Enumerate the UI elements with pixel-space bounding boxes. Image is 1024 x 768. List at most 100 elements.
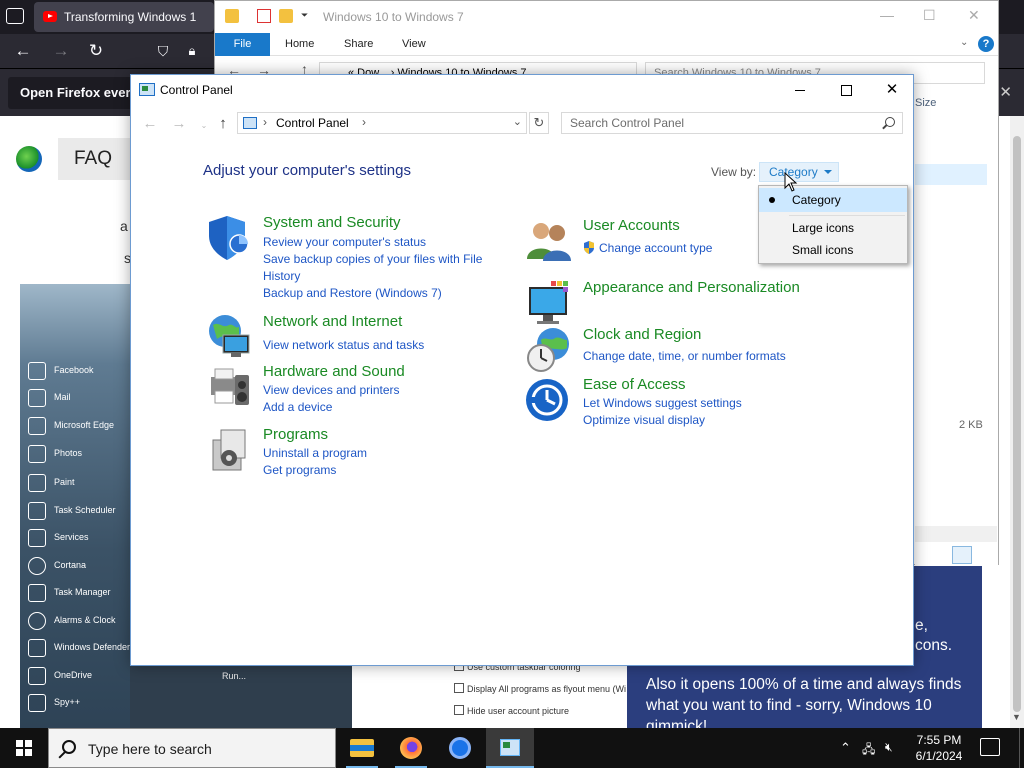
category-title[interactable]: Programs xyxy=(263,426,328,443)
start-menu-item: Microsoft Edge xyxy=(28,414,138,438)
category-title[interactable]: Hardware and Sound xyxy=(263,363,405,380)
customize-qat-icon[interactable]: ⏷ xyxy=(301,10,308,21)
maximize-button[interactable] xyxy=(823,75,869,105)
taskbar-app-firefox[interactable] xyxy=(387,728,435,768)
category-link[interactable]: Get programs xyxy=(263,462,503,479)
mail-icon xyxy=(28,388,46,407)
search-icon[interactable] xyxy=(885,117,895,127)
taskbar-app-control-panel[interactable] xyxy=(486,728,534,768)
display-personalize-icon[interactable] xyxy=(525,279,573,327)
chevron-down-icon[interactable]: ⌄ xyxy=(513,115,522,128)
selected-row[interactable] xyxy=(915,164,987,185)
category-link[interactable]: Change date, time, or number formats xyxy=(583,348,823,365)
minimize-button[interactable] xyxy=(777,75,823,105)
taskbar-app-file-explorer[interactable] xyxy=(338,728,386,768)
taskbar-app-chrome[interactable] xyxy=(436,728,484,768)
address-breadcrumb[interactable]: Control Panel xyxy=(276,116,349,130)
category-title[interactable]: Ease of Access xyxy=(583,376,686,393)
back-arrow-icon[interactable]: ← xyxy=(12,40,34,62)
view-by-menu: Category Large icons Small icons xyxy=(758,185,908,264)
view-by-option-small-icons[interactable]: Small icons xyxy=(759,239,907,261)
lock-icon[interactable]: 🔒︎ xyxy=(181,40,203,62)
category-link[interactable]: Optimize visual display xyxy=(583,412,823,429)
search-input[interactable]: Search Control Panel xyxy=(561,112,903,134)
chevron-right-icon[interactable]: › xyxy=(362,115,366,129)
clock-globe-icon[interactable] xyxy=(525,326,573,374)
network-icon[interactable]: 🖧︎ xyxy=(862,740,875,761)
size-column-header[interactable]: Size xyxy=(915,97,936,109)
category-link[interactable]: Add a device xyxy=(263,399,503,416)
task-manager-icon xyxy=(28,583,46,602)
paint-icon xyxy=(28,473,46,492)
forward-arrow-icon[interactable]: → xyxy=(50,40,72,62)
category-link[interactable]: View network status and tasks xyxy=(263,337,503,354)
new-folder-icon[interactable] xyxy=(279,9,293,23)
tab-share[interactable]: Share xyxy=(344,38,373,50)
category-title[interactable]: Appearance and Personalization xyxy=(583,279,800,296)
volume-muted-icon[interactable]: 🔇︎ xyxy=(885,740,893,755)
refresh-icon[interactable]: ↻ xyxy=(529,112,549,134)
maximize-button[interactable]: ☐ xyxy=(923,7,936,24)
scrollbar-thumb[interactable] xyxy=(1013,136,1021,712)
large-icons-view-icon[interactable] xyxy=(976,546,994,564)
cortana-icon xyxy=(28,556,46,575)
chevron-down-icon[interactable]: ⌄ xyxy=(960,37,968,48)
tab-file[interactable]: File xyxy=(215,33,270,56)
ease-of-access-icon[interactable] xyxy=(525,376,573,424)
properties-icon[interactable] xyxy=(257,9,271,23)
chevron-up-icon[interactable]: ⌃ xyxy=(840,740,851,756)
list-all-tabs-icon[interactable] xyxy=(6,8,24,24)
category-link[interactable]: Review your computer's status xyxy=(263,234,493,251)
text-fragment: cons. xyxy=(915,637,953,654)
close-icon[interactable]: ✕ xyxy=(999,83,1012,101)
back-arrow-icon[interactable]: ← xyxy=(139,113,161,135)
view-by-option-category[interactable]: Category xyxy=(759,188,907,212)
shield-icon[interactable]: ⛉ xyxy=(152,40,174,62)
window-title: Control Panel xyxy=(160,83,233,97)
users-icon[interactable] xyxy=(525,217,573,265)
chevron-right-icon[interactable]: › xyxy=(263,115,267,129)
view-by-dropdown[interactable]: Category xyxy=(759,162,839,182)
taskbar-search-box[interactable]: Type here to search xyxy=(48,728,336,768)
category-link[interactable]: Backup and Restore (Windows 7) xyxy=(263,285,493,302)
forward-arrow-icon[interactable]: → xyxy=(168,113,190,135)
category-title[interactable]: User Accounts xyxy=(583,217,680,234)
run-item: Run... xyxy=(222,671,247,681)
category-link[interactable]: Let Windows suggest settings xyxy=(583,395,823,412)
defender-shield-icon xyxy=(28,638,46,657)
category-link[interactable]: View devices and printers xyxy=(263,382,503,399)
start-menu-item: Paint xyxy=(28,471,138,495)
show-desktop-button[interactable] xyxy=(1019,728,1024,768)
folder-icon xyxy=(225,9,239,23)
category-title[interactable]: System and Security xyxy=(263,214,401,231)
chevron-down-icon[interactable]: ▼ xyxy=(1012,712,1021,722)
programs-box-icon[interactable] xyxy=(205,426,253,474)
notification-center-icon[interactable] xyxy=(980,738,1000,756)
taskbar-clock[interactable]: 7:55 PM 6/1/2024 xyxy=(903,732,975,764)
firefox-tab[interactable]: Transforming Windows 1 xyxy=(34,2,214,32)
network-globe-icon[interactable] xyxy=(205,313,253,361)
up-arrow-icon[interactable]: ↑ xyxy=(212,113,234,135)
horizontal-scrollbar[interactable] xyxy=(915,526,997,542)
security-shield-icon[interactable] xyxy=(205,214,253,262)
start-button[interactable] xyxy=(0,728,48,768)
category-link[interactable]: Uninstall a program xyxy=(263,445,503,462)
close-button[interactable]: ✕ xyxy=(869,75,915,105)
faq-tab[interactable]: FAQ xyxy=(58,138,130,180)
printer-icon[interactable] xyxy=(205,363,253,411)
minimize-button[interactable]: — xyxy=(880,7,894,23)
address-bar[interactable]: › Control Panel › ⌄ xyxy=(237,112,527,134)
details-view-icon[interactable] xyxy=(952,546,972,564)
view-by-option-large-icons[interactable]: Large icons xyxy=(759,217,907,239)
help-icon[interactable]: ? xyxy=(978,36,994,52)
reload-icon[interactable]: ↻ xyxy=(85,40,107,62)
category-link[interactable]: Save backup copies of your files with Fi… xyxy=(263,251,493,284)
close-button[interactable]: ✕ xyxy=(968,7,980,24)
tab-view[interactable]: View xyxy=(402,38,426,50)
category-title[interactable]: Clock and Region xyxy=(583,326,701,343)
control-panel-icon xyxy=(139,83,155,96)
onedrive-icon xyxy=(28,666,46,685)
control-panel-window: Control Panel ✕ ← → ⌄ ↑ › Control Panel … xyxy=(130,74,914,666)
tab-home[interactable]: Home xyxy=(285,38,314,50)
category-title[interactable]: Network and Internet xyxy=(263,313,402,330)
